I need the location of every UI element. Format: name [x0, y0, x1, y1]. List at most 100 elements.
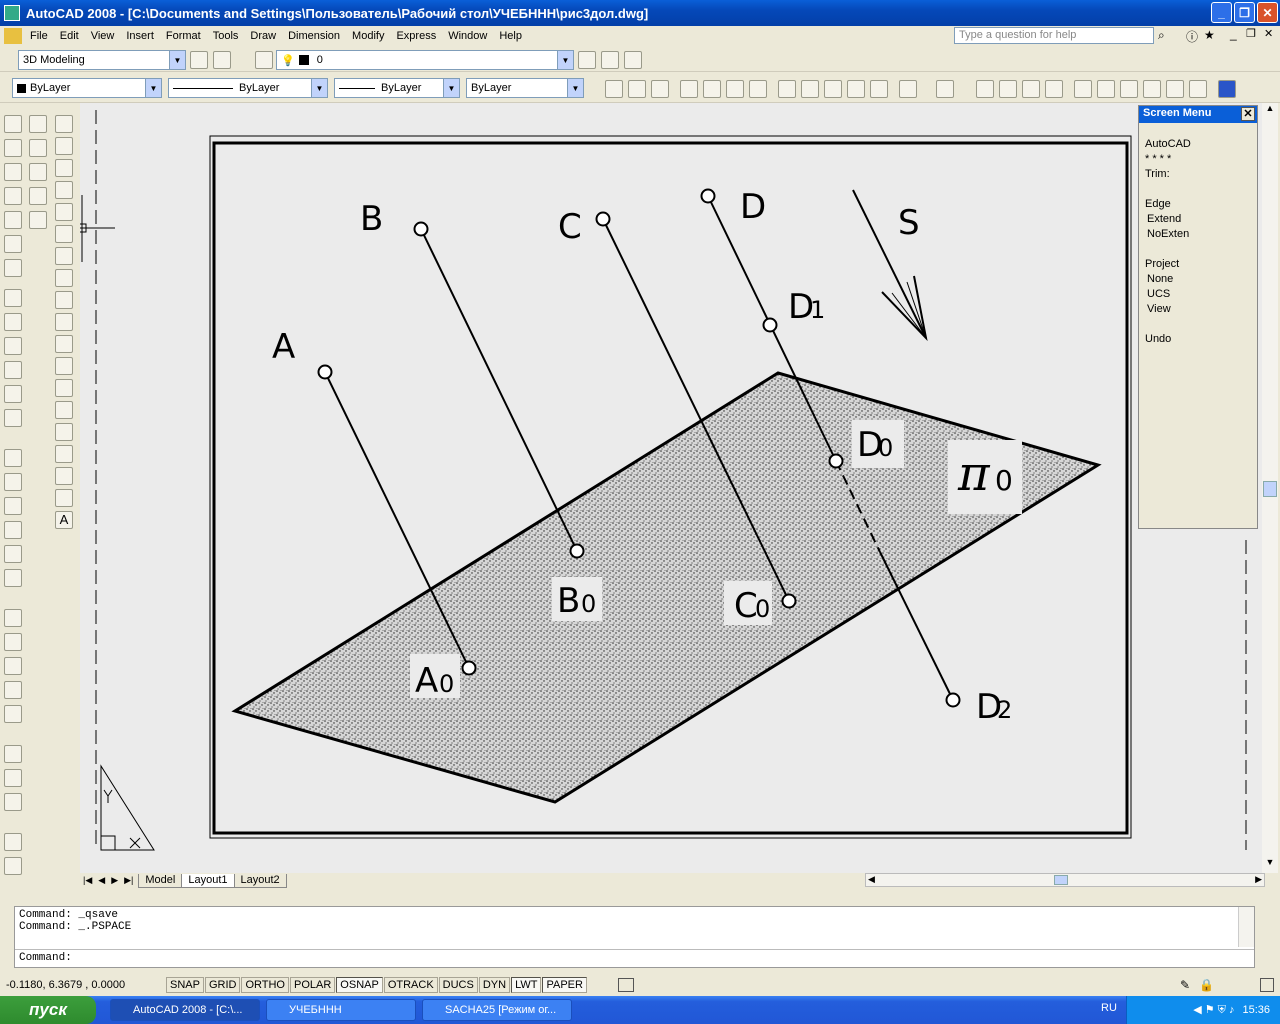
torus-icon[interactable] — [4, 259, 22, 277]
layer-off-icon[interactable] — [29, 139, 47, 157]
screen-menu-item[interactable]: Project — [1139, 257, 1257, 272]
layer-states-icon[interactable] — [624, 51, 642, 69]
flatshot-icon[interactable] — [4, 521, 22, 539]
plot-preview-icon[interactable] — [703, 80, 721, 98]
vertical-scrollbar[interactable]: ▲ ▼ — [1262, 103, 1278, 873]
menu-dimension[interactable]: Dimension — [282, 30, 346, 42]
paste-icon[interactable] — [824, 80, 842, 98]
tab-model[interactable]: Model — [138, 873, 183, 888]
new-icon[interactable] — [605, 80, 623, 98]
task-document[interactable]: SACHA25 [Режим ог... — [422, 999, 572, 1021]
revision-cloud-icon[interactable] — [55, 269, 73, 287]
subtract-icon[interactable] — [4, 409, 22, 427]
doc-close-button[interactable]: ✕ — [1264, 27, 1273, 40]
command-scrollbar[interactable] — [1238, 907, 1254, 947]
zoom-previous-icon[interactable] — [1045, 80, 1063, 98]
orbit-icon[interactable] — [4, 745, 22, 763]
drawing-canvas[interactable]: A B C D S A 0 B 0 C 0 D 0 D 1 D 2 π 0 — [77, 103, 1266, 873]
language-indicator[interactable]: RU — [1101, 1002, 1117, 1014]
screen-menu-item[interactable]: Extend — [1139, 212, 1257, 227]
polyline-icon[interactable] — [55, 159, 73, 177]
start-button[interactable]: пуск — [0, 996, 96, 1024]
arc-icon[interactable] — [55, 225, 73, 243]
screen-menu-item[interactable]: None — [1139, 272, 1257, 287]
3d-array-icon[interactable] — [4, 681, 22, 699]
screen-menu-item[interactable]: UCS — [1139, 287, 1257, 302]
zoom-realtime-icon[interactable] — [999, 80, 1017, 98]
help-icon[interactable] — [1218, 80, 1236, 98]
box-icon[interactable] — [4, 139, 22, 157]
layer-walk-icon[interactable] — [29, 211, 47, 229]
wedge-icon[interactable] — [4, 163, 22, 181]
3d-dwf-icon[interactable] — [749, 80, 767, 98]
tab-layout2[interactable]: Layout2 — [233, 873, 287, 888]
minimize-button[interactable]: _ — [1211, 2, 1232, 23]
menu-modify[interactable]: Modify — [346, 30, 390, 42]
sheet-set-icon[interactable] — [1143, 80, 1161, 98]
walk-icon[interactable] — [4, 769, 22, 787]
imprint-icon[interactable] — [4, 569, 22, 587]
mirror3d-icon[interactable] — [4, 705, 22, 723]
shell-icon[interactable] — [4, 545, 22, 563]
hatch-icon[interactable] — [55, 423, 73, 441]
screen-menu-item[interactable]: AutoCAD — [1139, 137, 1257, 152]
circle-icon[interactable] — [55, 247, 73, 265]
scroll-right-icon[interactable]: ▶ — [1255, 874, 1262, 885]
screen-menu-item[interactable]: Edge — [1139, 197, 1257, 212]
make-object-layer-current-icon[interactable] — [578, 51, 596, 69]
layer-select[interactable]: 💡 0 ▼ — [276, 50, 574, 70]
command-input[interactable]: Command: — [15, 949, 1254, 966]
layer-lock-icon[interactable] — [29, 187, 47, 205]
paper-toggle[interactable]: PAPER — [542, 977, 587, 993]
horizontal-scrollbar[interactable]: ◀ ▶ — [865, 873, 1265, 887]
properties-icon[interactable] — [1074, 80, 1092, 98]
redo-icon[interactable] — [936, 80, 954, 98]
tab-next-icon[interactable]: ▶ — [108, 875, 121, 886]
snap-toggle[interactable]: SNAP — [166, 977, 204, 993]
maximize-viewport-icon[interactable] — [617, 978, 634, 992]
lock-icon[interactable]: 🔒 — [1199, 978, 1214, 992]
layer-isolate-icon[interactable] — [29, 163, 47, 181]
scroll-up-icon[interactable]: ▲ — [1262, 103, 1278, 119]
grid-toggle[interactable]: GRID — [204, 977, 241, 993]
task-folder[interactable]: УЧЕБННН — [266, 999, 416, 1021]
task-autocad[interactable]: AutoCAD 2008 - [C:\... — [110, 999, 260, 1021]
document-icon[interactable] — [4, 27, 22, 44]
extrude-icon[interactable] — [4, 289, 22, 307]
ducs-toggle[interactable]: DUCS — [438, 977, 478, 993]
table-icon[interactable] — [55, 489, 73, 507]
3d-rotate-icon[interactable] — [4, 633, 22, 651]
revolve-icon[interactable] — [4, 313, 22, 331]
cylinder-icon[interactable] — [4, 235, 22, 253]
coordinate-readout[interactable]: -0.1180, 6.3679 , 0.0000 — [0, 979, 166, 991]
gradient-icon[interactable] — [55, 445, 73, 463]
line-icon[interactable] — [55, 115, 73, 133]
pan-icon[interactable] — [976, 80, 994, 98]
undo-icon[interactable] — [899, 80, 917, 98]
polygon-icon[interactable] — [55, 181, 73, 199]
menu-format[interactable]: Format — [160, 30, 207, 42]
cone-icon[interactable] — [4, 187, 22, 205]
union-icon[interactable] — [4, 385, 22, 403]
construction-line-icon[interactable] — [55, 137, 73, 155]
ucs-icon[interactable] — [4, 857, 22, 875]
make-block-icon[interactable] — [55, 379, 73, 397]
osnap-toggle[interactable]: OSNAP — [336, 977, 383, 993]
menu-edit[interactable]: Edit — [54, 30, 85, 42]
scroll-down-icon[interactable]: ▼ — [1262, 857, 1278, 873]
region-icon[interactable] — [55, 467, 73, 485]
3d-move-icon[interactable] — [4, 609, 22, 627]
layer-freeze-icon[interactable] — [29, 115, 47, 133]
clean-screen-icon[interactable] — [1260, 978, 1274, 992]
screen-menu-item[interactable]: NoExten — [1139, 227, 1257, 242]
menu-help[interactable]: Help — [493, 30, 528, 42]
copy-icon[interactable] — [801, 80, 819, 98]
linetype-select[interactable]: ByLayer ▼ — [168, 78, 328, 98]
menu-view[interactable]: View — [85, 30, 121, 42]
menu-insert[interactable]: Insert — [120, 30, 160, 42]
intersect-icon[interactable] — [4, 449, 22, 467]
layer-previous-icon[interactable] — [601, 51, 619, 69]
autocad-app-icon[interactable] — [4, 5, 20, 21]
communication-center-icon[interactable]: ✎ — [1180, 978, 1190, 992]
search-icon[interactable]: ⌕ — [1158, 28, 1165, 43]
